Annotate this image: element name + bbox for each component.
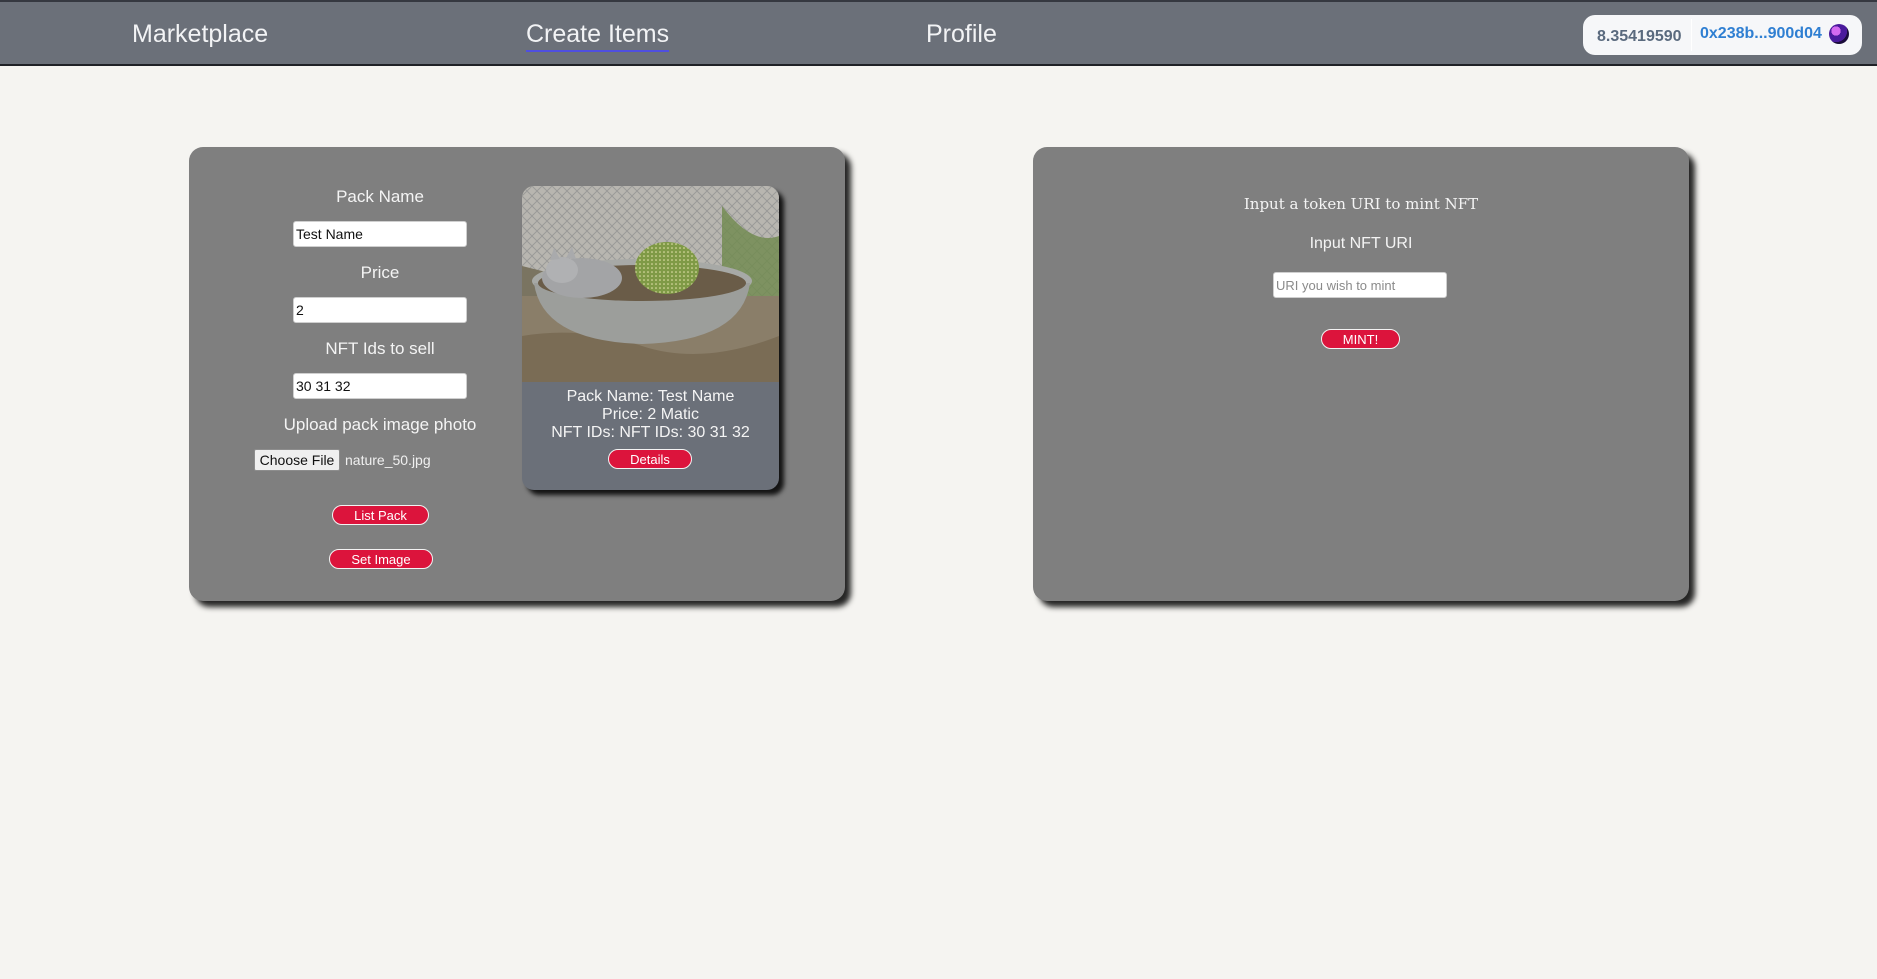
wallet-avatar-icon[interactable] [1829,24,1849,44]
nft-uri-input[interactable] [1273,272,1447,298]
card-price: Price: 2 Matic [602,406,699,423]
choose-file-button[interactable]: Choose File [254,449,340,471]
price-label: Price [360,263,400,282]
top-navbar: Marketplace Create Items Profile 8.35419… [0,0,1877,66]
pack-name-label: Pack Name [336,187,424,206]
pack-preview-card: Pack Name: Test Name Price: 2 Matic NFT … [522,186,779,490]
nft-ids-label: NFT Ids to sell [325,339,435,358]
card-nft-ids: NFT IDs: NFT IDs: 30 31 32 [551,424,750,441]
mint-panel: Input a token URI to mint NFT Input NFT … [1033,147,1689,601]
selected-file-name: nature_50.jpg [345,452,431,468]
set-image-button[interactable]: Set Image [329,549,433,569]
details-button[interactable]: Details [608,449,692,469]
mint-heading: Input a token URI to mint NFT [1243,195,1479,213]
card-pack-name: Pack Name: Test Name [566,388,735,405]
upload-image-label: Upload pack image photo [283,415,477,434]
nft-ids-input[interactable] [293,373,467,399]
create-pack-panel: Pack Name Price NFT Ids to sell Upload p… [189,147,845,601]
wallet-widget[interactable]: 8.35419590 0x238b...900d04 [1583,15,1862,55]
list-pack-button[interactable]: List Pack [332,505,429,525]
nav-marketplace-link[interactable]: Marketplace [132,20,268,49]
nft-uri-label: Input NFT URI [1309,235,1413,252]
nav-create-items-link[interactable]: Create Items [526,20,670,52]
mint-button[interactable]: MINT! [1321,329,1400,349]
pack-name-input[interactable] [293,221,467,247]
wallet-balance: 8.35419590 [1597,28,1682,45]
price-input[interactable] [293,297,467,323]
pack-image [522,186,779,382]
nav-profile-link[interactable]: Profile [926,20,997,49]
wallet-divider [1691,19,1692,51]
wallet-address[interactable]: 0x238b...900d04 [1700,25,1822,43]
